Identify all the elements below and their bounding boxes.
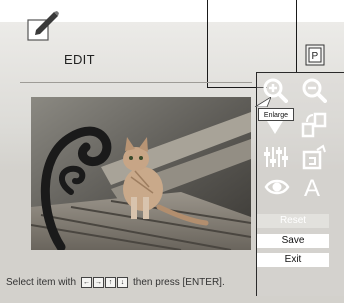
reset-button[interactable]: Reset [257, 214, 329, 228]
tooltip-enlarge: Enlarge [258, 108, 294, 121]
text-icon[interactable]: A [301, 174, 327, 200]
arrow-keys-icon: ← → ↑ ↓ [81, 277, 129, 288]
status-line: Select item with ← → ↑ ↓ then press [ENT… [6, 277, 225, 288]
header-divider [20, 82, 252, 83]
red-eye-icon[interactable] [264, 174, 290, 200]
exit-button[interactable]: Exit [257, 253, 329, 267]
zoom-out-icon[interactable] [301, 77, 327, 103]
status-text-after: then press [ENTER]. [133, 277, 225, 288]
right-arrow-icon: → [93, 277, 105, 288]
status-text-before: Select item with [6, 277, 77, 288]
svg-text:P: P [312, 51, 319, 62]
save-button[interactable]: Save [257, 234, 329, 248]
photo-preview [31, 97, 251, 250]
up-arrow-icon: ↑ [105, 277, 117, 288]
rotate-icon[interactable] [301, 112, 327, 138]
left-arrow-icon: ← [81, 277, 93, 288]
down-arrow-icon: ↓ [117, 277, 129, 288]
filter-icon[interactable] [301, 144, 327, 170]
callout-line-right [296, 0, 297, 72]
page-title: EDIT [64, 52, 95, 67]
adjust-icon[interactable] [262, 144, 288, 170]
tooltip-pointer [255, 97, 271, 107]
edit-icon [27, 11, 59, 41]
callout-line-left [207, 0, 208, 88]
print-mode-icon[interactable]: P [305, 44, 325, 66]
photo-image [31, 97, 251, 250]
svg-text:A: A [304, 175, 320, 200]
